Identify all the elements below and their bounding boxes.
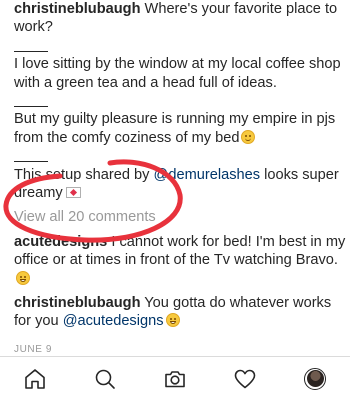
profile-avatar [304, 367, 326, 390]
post-caption: christineblubaugh Where's your favorite … [14, 0, 346, 37]
post-screen: christineblubaugh Where's your favorite … [0, 0, 350, 400]
caption-paragraph-2: But my guilty pleasure is running my emp… [14, 110, 346, 147]
caption-paragraph-1: I love sitting by the window at my local… [14, 56, 341, 91]
view-all-comments-link[interactable]: View all 20 comments [14, 208, 346, 226]
comment-username[interactable]: acutedesigns [14, 234, 107, 250]
love-letter-emoji-icon [65, 187, 81, 199]
activity-tab[interactable] [225, 359, 265, 399]
post-comments-section: christineblubaugh Where's your favorite … [14, 0, 346, 359]
grin-emoji-icon [16, 270, 30, 285]
smirk-emoji-icon [241, 129, 256, 144]
home-tab[interactable] [15, 359, 55, 399]
mention-link[interactable]: @demurelashes [154, 167, 260, 183]
camera-tab[interactable] [155, 359, 195, 399]
camera-icon [165, 370, 185, 387]
caption-paragraph-3-text: This setup shared by [14, 166, 150, 183]
comment-item: christineblubaugh You gotta do whatever … [14, 294, 346, 331]
heart-icon [234, 369, 256, 388]
caption-username[interactable]: christineblubaugh [14, 1, 140, 17]
comment-username[interactable]: christineblubaugh [14, 295, 140, 311]
caption-divider [14, 92, 346, 110]
profile-tab[interactable] [295, 359, 335, 399]
avatar-image [306, 370, 324, 387]
comment-item: acutedesigns I cannot work for bed! I'm … [14, 233, 346, 288]
caption-divider [14, 147, 346, 165]
home-icon [25, 368, 45, 389]
grin-emoji-icon [165, 313, 180, 328]
search-tab[interactable] [85, 359, 125, 399]
caption-paragraph-3: This setup shared by @demurelashes looks… [14, 166, 346, 203]
bottom-tab-bar [0, 356, 350, 400]
search-icon [95, 369, 115, 389]
mention-link[interactable]: @acutedesigns [63, 313, 164, 329]
caption-paragraph-2-text: But my guilty pleasure is running my emp… [14, 111, 336, 146]
caption-divider [14, 37, 346, 55]
